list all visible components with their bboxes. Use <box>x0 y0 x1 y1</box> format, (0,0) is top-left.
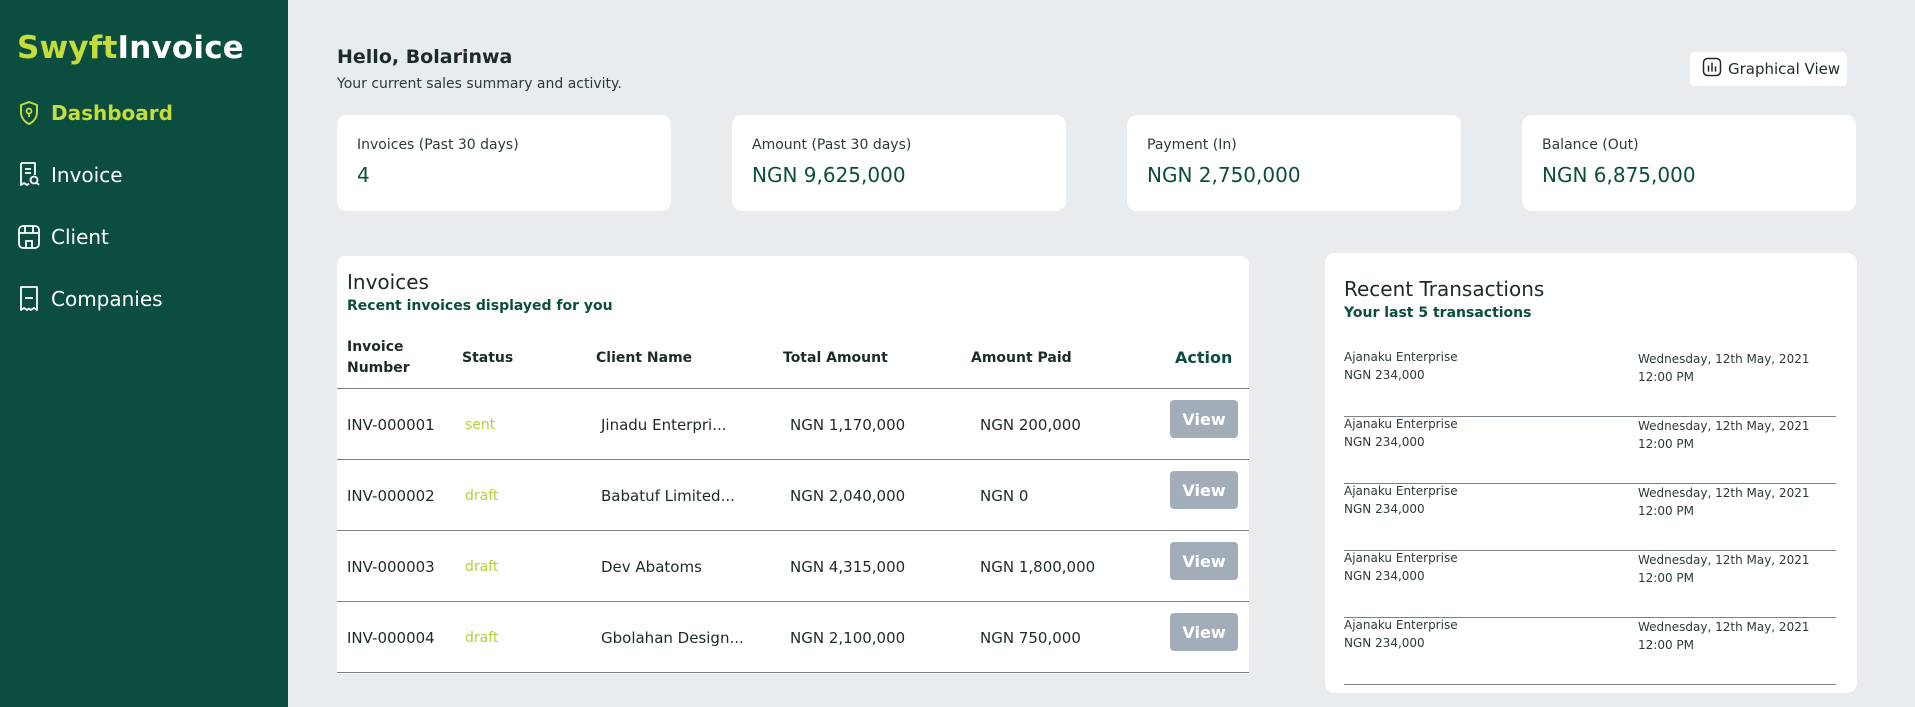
transaction-date: Wednesday, 12th May, 2021 12:00 PM <box>1638 620 1810 652</box>
client-name: Dev Abatoms <box>601 557 702 576</box>
card-value: 4 <box>357 163 370 187</box>
nav-item-invoice[interactable]: Invoice <box>17 158 123 192</box>
table-row[interactable]: INV-000001 sent Jinadu Enterpri... NGN 1… <box>337 389 1249 460</box>
view-button[interactable]: View <box>1170 613 1238 651</box>
nav-label: Invoice <box>51 163 123 187</box>
greeting-title: Hello, Bolarinwa <box>337 46 513 68</box>
invoice-status: draft <box>465 629 499 646</box>
transaction-date: Wednesday, 12th May, 2021 12:00 PM <box>1638 419 1810 451</box>
transaction-amount: NGN 234,000 <box>1344 368 1425 382</box>
transaction-date: Wednesday, 12th May, 2021 12:00 PM <box>1638 352 1810 384</box>
invoice-number: INV-000002 <box>347 486 435 505</box>
table-row[interactable]: INV-000004 draft Gbolahan Design... NGN … <box>337 602 1249 673</box>
column-header-status[interactable]: Status <box>462 348 513 369</box>
invoice-number: INV-000001 <box>347 415 435 434</box>
card-title: Invoices (Past 30 days) <box>357 137 519 153</box>
transaction-item[interactable]: Ajanaku Enterprise NGN 234,000 Wednesday… <box>1344 350 1836 417</box>
column-header-action: Action <box>1175 348 1233 367</box>
transaction-client: Ajanaku Enterprise <box>1344 618 1458 632</box>
transaction-item[interactable]: Ajanaku Enterprise NGN 234,000 Wednesday… <box>1344 417 1836 484</box>
transaction-amount: NGN 234,000 <box>1344 636 1425 650</box>
invoices-panel: Invoices Recent invoices displayed for y… <box>337 256 1249 674</box>
card-title: Payment (In) <box>1147 137 1237 153</box>
client-name: Babatuf Limited... <box>601 486 735 505</box>
nav-item-client[interactable]: Client <box>17 220 109 254</box>
logo-part-2: Invoice <box>117 30 245 66</box>
recent-transactions-panel: Recent Transactions Your last 5 transact… <box>1325 253 1857 693</box>
invoices-title: Invoices <box>347 270 429 294</box>
transaction-date: Wednesday, 12th May, 2021 12:00 PM <box>1638 553 1810 585</box>
client-name: Gbolahan Design... <box>601 628 744 647</box>
summary-card-payment: Payment (In) NGN 2,750,000 <box>1127 115 1461 211</box>
transactions-title: Recent Transactions <box>1344 277 1545 301</box>
summary-card-amount: Amount (Past 30 days) NGN 9,625,000 <box>732 115 1066 211</box>
transaction-client: Ajanaku Enterprise <box>1344 484 1458 498</box>
app-logo[interactable]: SwyftInvoice <box>17 30 244 66</box>
receipt-search-icon <box>17 160 41 190</box>
graphical-view-label: Graphical View <box>1728 60 1841 78</box>
store-icon <box>17 222 41 252</box>
nav-item-dashboard[interactable]: Dashboard <box>17 96 173 130</box>
column-header-total-amount[interactable]: Total Amount <box>783 348 888 369</box>
view-button[interactable]: View <box>1170 471 1238 509</box>
transaction-item[interactable]: Ajanaku Enterprise NGN 234,000 Wednesday… <box>1344 618 1836 685</box>
nav-label: Companies <box>51 287 163 311</box>
transactions-subtitle: Your last 5 transactions <box>1344 305 1532 321</box>
transaction-date: Wednesday, 12th May, 2021 12:00 PM <box>1638 486 1810 518</box>
card-value: NGN 2,750,000 <box>1147 163 1301 187</box>
amount-paid: NGN 750,000 <box>980 628 1081 647</box>
transaction-amount: NGN 234,000 <box>1344 569 1425 583</box>
nav-item-companies[interactable]: Companies <box>17 282 163 316</box>
transaction-item[interactable]: Ajanaku Enterprise NGN 234,000 Wednesday… <box>1344 551 1836 618</box>
card-value: NGN 6,875,000 <box>1542 163 1696 187</box>
transaction-client: Ajanaku Enterprise <box>1344 350 1458 364</box>
nav-label: Client <box>51 225 109 249</box>
transaction-amount: NGN 234,000 <box>1344 435 1425 449</box>
total-amount: NGN 4,315,000 <box>790 557 906 576</box>
amount-paid: NGN 0 <box>980 486 1029 505</box>
total-amount: NGN 1,170,000 <box>790 415 906 434</box>
column-header-amount-paid[interactable]: Amount Paid <box>971 348 1072 369</box>
graphical-view-button[interactable]: Graphical View <box>1690 52 1847 86</box>
amount-paid: NGN 1,800,000 <box>980 557 1096 576</box>
view-button[interactable]: View <box>1170 542 1238 580</box>
table-row[interactable]: INV-000003 draft Dev Abatoms NGN 4,315,0… <box>337 531 1249 602</box>
summary-card-balance: Balance (Out) NGN 6,875,000 <box>1522 115 1856 211</box>
table-row[interactable]: INV-000002 draft Babatuf Limited... NGN … <box>337 460 1249 531</box>
shield-icon <box>17 98 41 128</box>
total-amount: NGN 2,100,000 <box>790 628 906 647</box>
sidebar: SwyftInvoice Dashboard Invoice Client Co… <box>0 0 288 707</box>
summary-card-invoices: Invoices (Past 30 days) 4 <box>337 115 671 211</box>
card-value: NGN 9,625,000 <box>752 163 906 187</box>
card-title: Amount (Past 30 days) <box>752 137 912 153</box>
transaction-client: Ajanaku Enterprise <box>1344 551 1458 565</box>
transaction-client: Ajanaku Enterprise <box>1344 417 1458 431</box>
bar-chart-icon <box>1702 57 1722 81</box>
invoice-status: draft <box>465 487 499 504</box>
client-name: Jinadu Enterpri... <box>601 415 727 434</box>
invoice-number: INV-000003 <box>347 557 435 576</box>
amount-paid: NGN 200,000 <box>980 415 1081 434</box>
card-title: Balance (Out) <box>1542 137 1639 153</box>
invoice-number: INV-000004 <box>347 628 435 647</box>
invoices-subtitle: Recent invoices displayed for you <box>347 298 613 314</box>
invoice-status: draft <box>465 558 499 575</box>
column-header-line: Invoice <box>347 339 404 355</box>
invoice-status: sent <box>465 416 496 433</box>
document-icon <box>17 284 41 314</box>
transaction-item[interactable]: Ajanaku Enterprise NGN 234,000 Wednesday… <box>1344 484 1836 551</box>
greeting-subtitle: Your current sales summary and activity. <box>337 76 622 92</box>
view-button[interactable]: View <box>1170 400 1238 438</box>
column-header-line: Number <box>347 360 410 376</box>
nav-label: Dashboard <box>51 101 173 125</box>
logo-part-1: Swyft <box>17 30 118 66</box>
total-amount: NGN 2,040,000 <box>790 486 906 505</box>
transaction-amount: NGN 234,000 <box>1344 502 1425 516</box>
column-header-invoice-number[interactable]: Invoice Number <box>347 337 410 379</box>
column-header-client-name[interactable]: Client Name <box>596 348 692 369</box>
